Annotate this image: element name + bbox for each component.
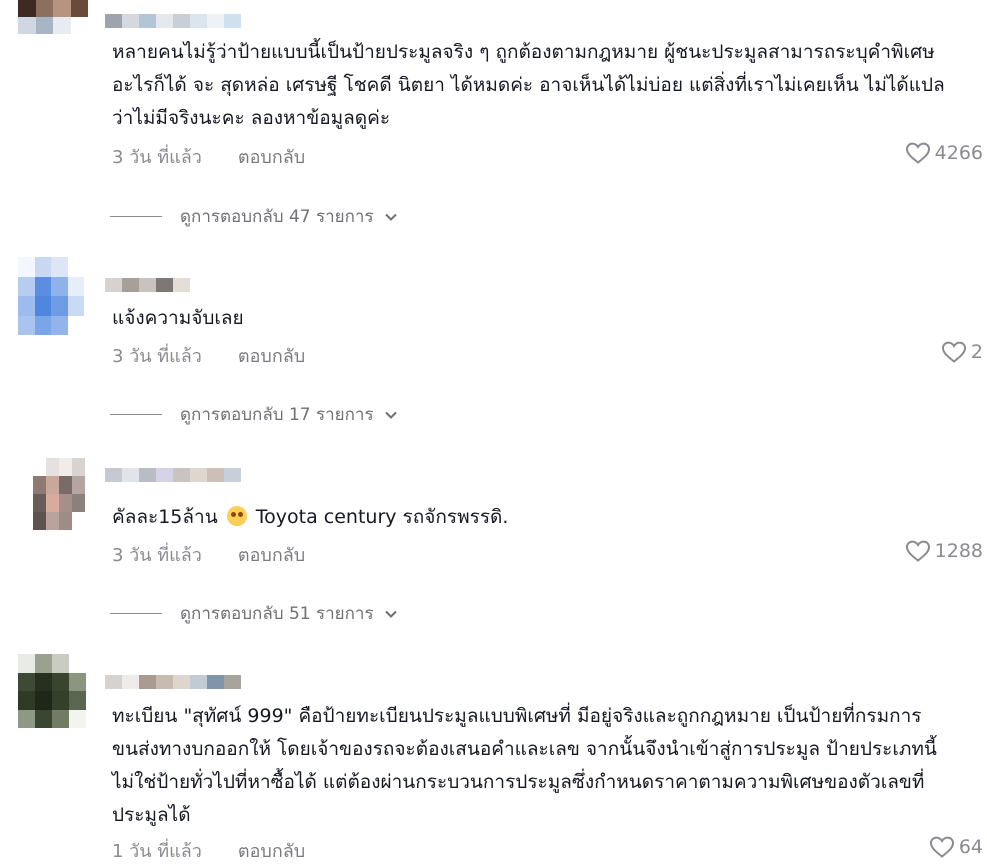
like-count: 2 — [970, 341, 983, 363]
comment-text: คัลละ15ล้าน Toyota century รถจักรพรรดิ. — [112, 501, 962, 534]
comment-meta: 3 วัน ที่แล้ว ตอบกลับ — [112, 142, 305, 171]
username-blurred[interactable] — [105, 14, 241, 28]
avatar[interactable] — [18, 257, 84, 335]
like-count: 4266 — [934, 142, 983, 164]
heart-outline-icon — [941, 341, 966, 363]
hot-face-emoji-icon — [226, 506, 247, 526]
comment-meta: 1 วัน ที่แล้ว ตอบกลับ — [112, 836, 305, 865]
view-replies-label: ดูการตอบกลับ 47 รายการ — [180, 207, 374, 227]
comment-time: 3 วัน ที่แล้ว — [112, 147, 202, 168]
chevron-down-icon — [384, 213, 397, 221]
view-replies-button[interactable]: ดูการตอบกลับ 51 รายการ — [110, 600, 398, 627]
reply-button[interactable]: ตอบกลับ — [238, 341, 305, 370]
like-button[interactable]: 2 — [941, 340, 983, 364]
comment-time: 1 วัน ที่แล้ว — [112, 841, 202, 862]
comment-text-part: Toyota century รถจักรพรรดิ. — [255, 506, 509, 528]
view-replies-button[interactable]: ดูการตอบกลับ 47 รายการ — [110, 203, 398, 230]
chevron-down-icon — [384, 610, 397, 618]
like-count: 64 — [958, 836, 983, 858]
like-button[interactable]: 1288 — [905, 539, 983, 563]
comment-meta: 3 วัน ที่แล้ว ตอบกลับ — [112, 540, 305, 569]
reply-button[interactable]: ตอบกลับ — [238, 142, 305, 171]
heart-outline-icon — [929, 836, 954, 858]
comment-text: หลายคนไม่รู้ว่าป้ายแบบนี้เป็นป้ายประมูลจ… — [112, 41, 945, 129]
comment-text: ทะเบียน "สุทัศน์ 999" คือป้ายทะเบียนประม… — [112, 705, 937, 826]
like-button[interactable]: 64 — [929, 835, 983, 859]
comment-text-part: คัลละ15ล้าน — [112, 506, 218, 528]
username-blurred[interactable] — [105, 278, 190, 292]
view-replies-label: ดูการตอบกลับ 51 รายการ — [180, 604, 374, 624]
username-blurred[interactable] — [105, 468, 241, 482]
avatar[interactable] — [33, 458, 85, 530]
comment-time: 3 วัน ที่แล้ว — [112, 545, 202, 566]
comment-time: 3 วัน ที่แล้ว — [112, 346, 202, 367]
reply-button[interactable]: ตอบกลับ — [238, 836, 305, 865]
heart-outline-icon — [905, 142, 930, 164]
username-blurred[interactable] — [105, 675, 241, 689]
comment-meta: 3 วัน ที่แล้ว ตอบกลับ — [112, 341, 305, 370]
comment-text: แจ้งความจับเลย — [112, 307, 244, 329]
chevron-down-icon — [384, 411, 397, 419]
divider-line — [110, 216, 162, 217]
reply-button[interactable]: ตอบกลับ — [238, 540, 305, 569]
like-button[interactable]: 4266 — [905, 141, 983, 165]
view-replies-button[interactable]: ดูการตอบกลับ 17 รายการ — [110, 401, 398, 428]
divider-line — [110, 414, 162, 415]
heart-outline-icon — [905, 540, 930, 562]
avatar[interactable] — [18, 0, 88, 34]
divider-line — [110, 613, 162, 614]
view-replies-label: ดูการตอบกลับ 17 รายการ — [180, 405, 374, 425]
like-count: 1288 — [934, 540, 983, 562]
avatar[interactable] — [18, 654, 86, 728]
